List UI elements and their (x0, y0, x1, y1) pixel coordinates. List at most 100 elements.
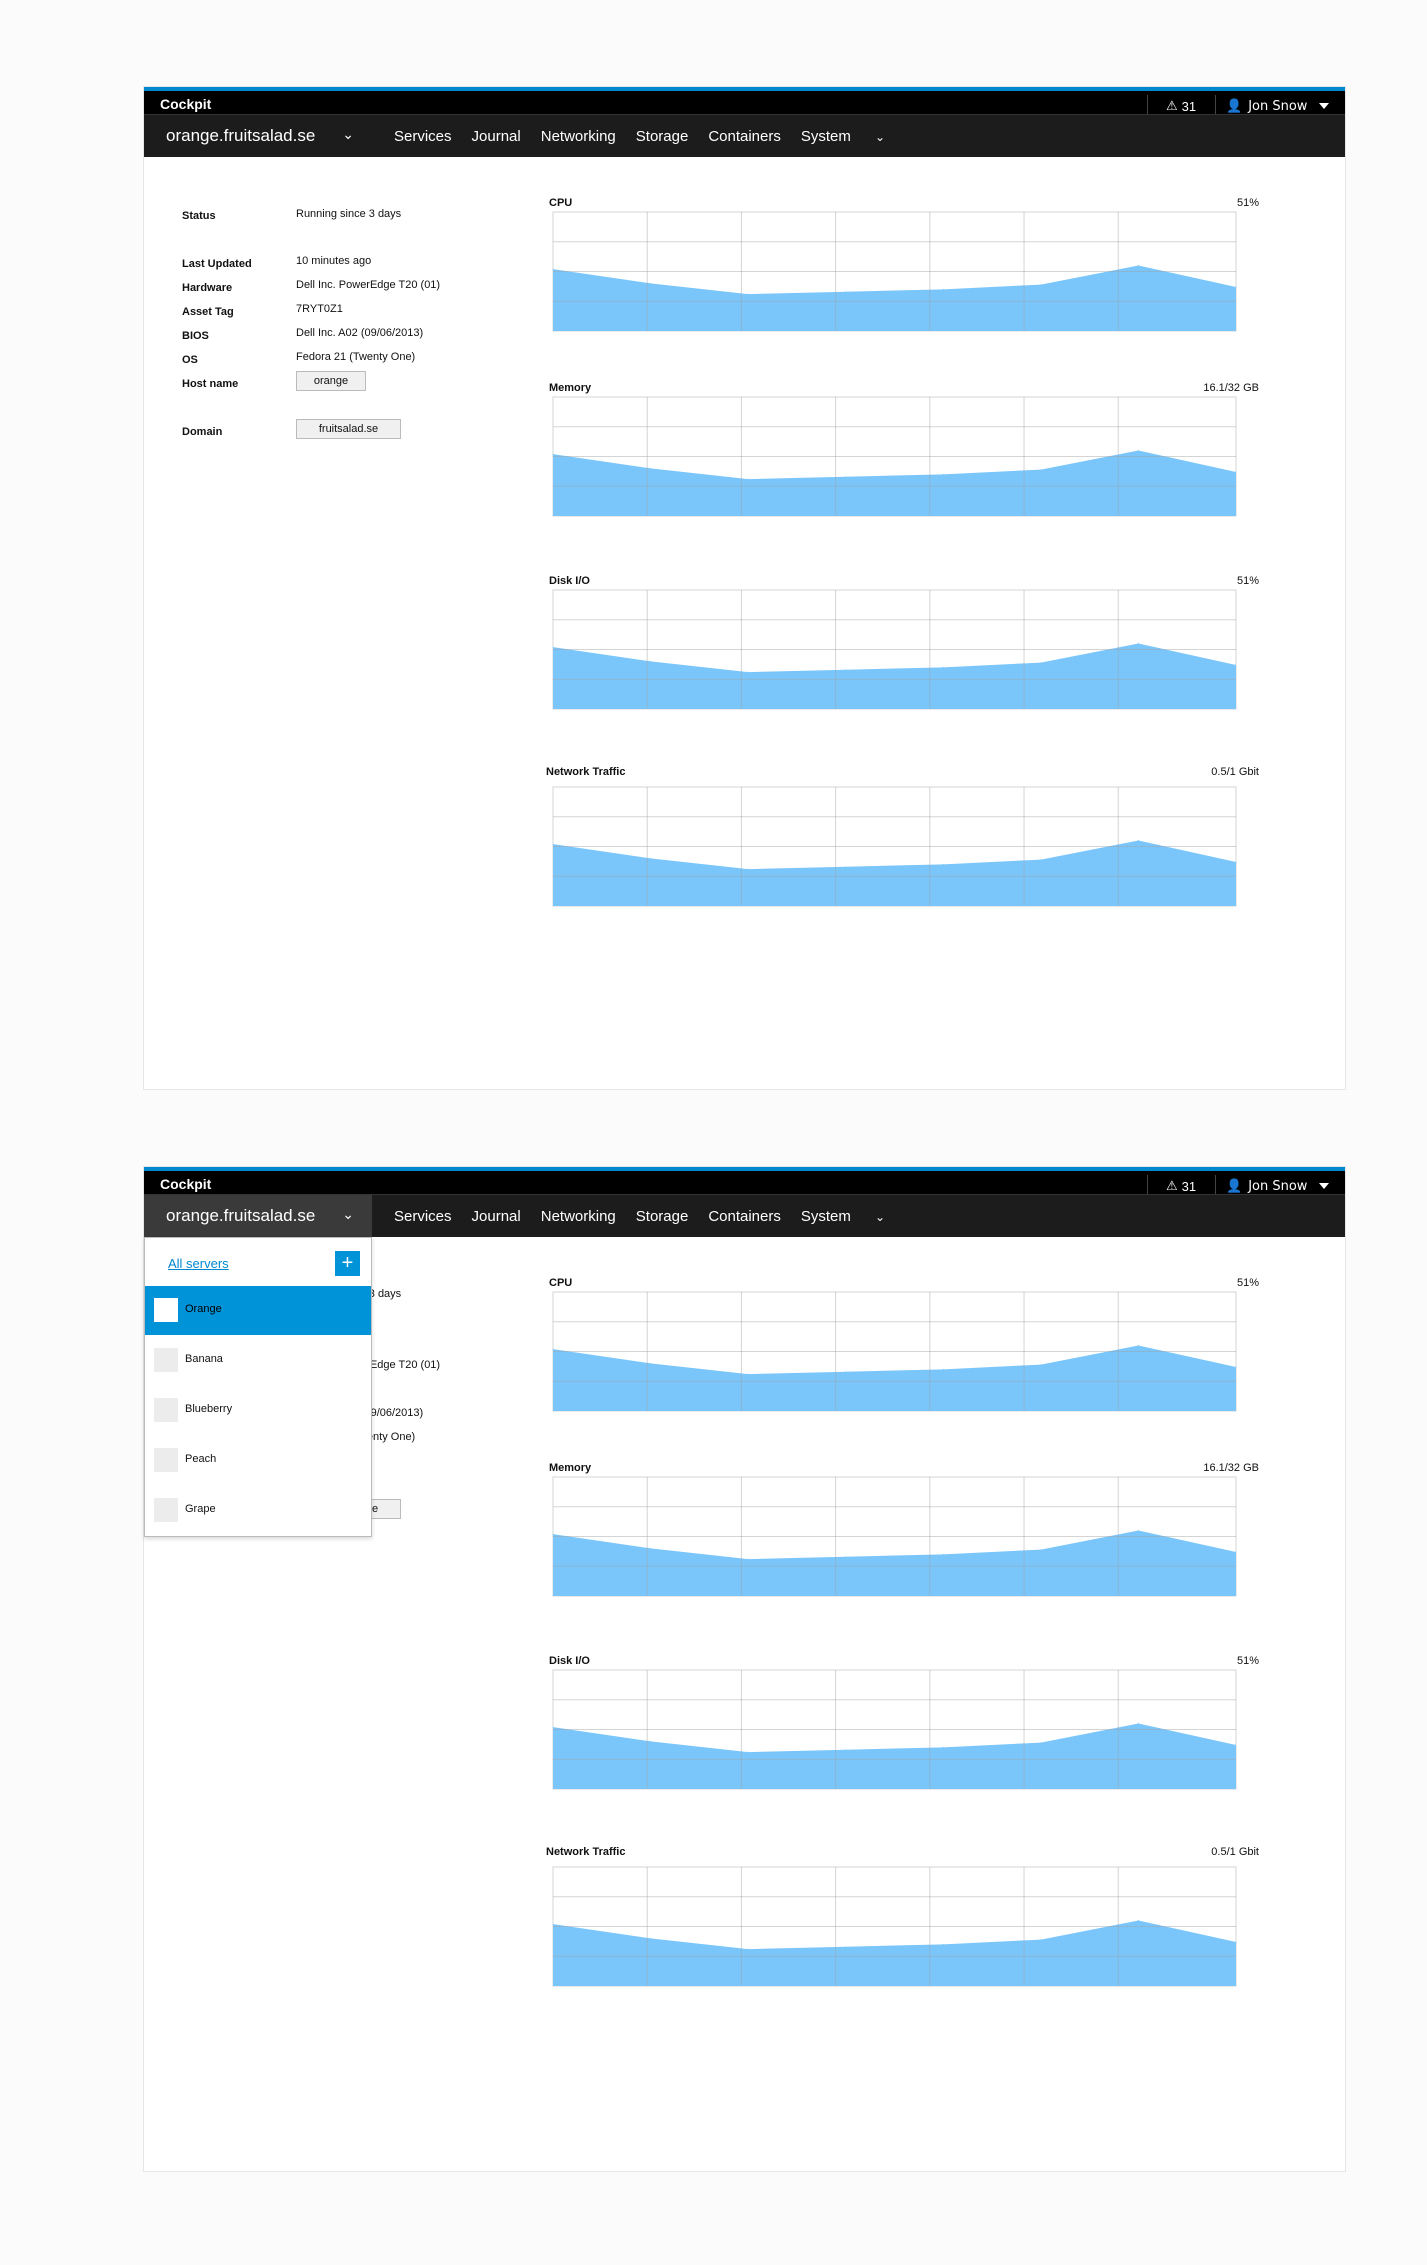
data-point (942, 863, 944, 865)
hardware-label: Hardware (182, 282, 233, 294)
data-point (650, 1362, 652, 1364)
cpu-area-graph (552, 211, 1237, 332)
caret-down-icon (1319, 103, 1330, 109)
data-point (1040, 1549, 1042, 1551)
server-swatch (154, 1448, 178, 1472)
all-servers-link[interactable]: All servers (168, 1256, 229, 1271)
data-point (942, 288, 944, 290)
nav-containers[interactable]: Containers (708, 128, 781, 145)
status-label: Status (182, 210, 216, 222)
server-label: Orange (185, 1303, 222, 1315)
data-point (650, 857, 652, 859)
nav-system[interactable]: System ⌄ (801, 1208, 905, 1225)
data-point (1040, 284, 1042, 286)
nav-containers[interactable]: Containers (708, 1208, 781, 1225)
host-selector[interactable]: orange.fruitsalad.se ⌄ (144, 1195, 372, 1237)
nav-networking[interactable]: Networking (541, 1208, 616, 1225)
host-name: orange.fruitsalad.se (166, 126, 316, 145)
data-point (1235, 1551, 1237, 1553)
data-point (747, 671, 749, 673)
nav-journal[interactable]: Journal (472, 1208, 521, 1225)
nav-networking[interactable]: Networking (541, 128, 616, 145)
server-dropdown-menu: All servers + Orange Banana Blueberry Pe… (144, 1237, 372, 1537)
hostname-button[interactable]: orange (296, 371, 366, 391)
bios-value: Dell Inc. A02 (09/06/2013) (296, 327, 424, 339)
data-point (1040, 1742, 1042, 1744)
cpu-area-graph (552, 1291, 1237, 1412)
warning-icon: ⚠ (1165, 98, 1178, 113)
network-area-graph (552, 786, 1237, 907)
user-name: Jon Snow (1248, 1178, 1308, 1194)
nav-system[interactable]: System ⌄ (801, 128, 905, 145)
hardware-value: Dell Inc. PowerEdge T20 (01) (296, 279, 441, 291)
server-item-orange[interactable]: Orange (145, 1286, 371, 1335)
chart-title: CPU (549, 197, 573, 209)
data-point (747, 1948, 749, 1950)
os-label: OS (182, 354, 198, 366)
domain-button[interactable]: fruitsalad.se (296, 419, 401, 439)
data-point (650, 282, 652, 284)
data-point (552, 646, 554, 648)
server-item-blueberry[interactable]: Blueberry (145, 1386, 371, 1435)
data-point (552, 453, 554, 455)
nav-storage[interactable]: Storage (636, 1208, 689, 1225)
data-point (747, 868, 749, 870)
brand-logo: Cockpit (160, 96, 212, 112)
memory-area-graph (552, 1476, 1237, 1597)
data-point (845, 669, 847, 671)
data-point (845, 1556, 847, 1558)
chevron-down-icon: ⌄ (875, 129, 886, 144)
last-updated-label: Last Updated (182, 258, 252, 270)
server-item-peach[interactable]: Peach (145, 1436, 371, 1485)
data-point (747, 1751, 749, 1753)
server-item-grape[interactable]: Grape (145, 1486, 371, 1535)
data-point (845, 1749, 847, 1751)
nav-bar: orange.fruitsalad.se ⌄ Services Journal … (144, 114, 1345, 157)
data-point (552, 1533, 554, 1535)
data-point (942, 1553, 944, 1555)
data-point (552, 268, 554, 270)
server-item-banana[interactable]: Banana (145, 1336, 371, 1385)
server-label: Blueberry (185, 1403, 233, 1415)
user-name: Jon Snow (1248, 98, 1308, 114)
nav-storage[interactable]: Storage (636, 128, 689, 145)
data-point (942, 473, 944, 475)
data-point (650, 660, 652, 662)
chart-value: 51% (1236, 1277, 1259, 1289)
data-point (1235, 861, 1237, 863)
nav-services[interactable]: Services (394, 1208, 452, 1225)
memory-area-graph (552, 396, 1237, 517)
nav-journal[interactable]: Journal (472, 128, 521, 145)
data-point (1235, 664, 1237, 666)
data-point (1235, 1941, 1237, 1943)
bios-label: BIOS (182, 330, 209, 342)
data-point (552, 1726, 554, 1728)
top-bar: Cockpit ⚠ 31 👤 Jon Snow (144, 1167, 1345, 1197)
data-point (1040, 1939, 1042, 1941)
server-swatch (154, 1298, 178, 1322)
data-point (747, 1558, 749, 1560)
data-point (1235, 1744, 1237, 1746)
nav-services[interactable]: Services (394, 128, 452, 145)
server-swatch (154, 1498, 178, 1522)
data-point (747, 293, 749, 295)
chart-value: 51% (1236, 1655, 1259, 1667)
disk-io-area-graph (552, 589, 1237, 710)
user-icon: 👤 (1226, 98, 1243, 114)
data-point (552, 1923, 554, 1925)
data-point (1137, 1530, 1139, 1532)
nav-system-label: System (800, 127, 851, 145)
data-point (1235, 1366, 1237, 1368)
status-value: Running since 3 days (296, 208, 402, 220)
host-selector[interactable]: orange.fruitsalad.se ⌄ (144, 115, 372, 157)
chart-value: 0.5/1 Gbit (1211, 766, 1259, 778)
chevron-down-icon: ⌄ (342, 127, 354, 143)
alert-count: 31 (1181, 1178, 1197, 1194)
add-server-button[interactable]: + (335, 1251, 360, 1276)
server-label: Grape (185, 1503, 216, 1515)
chart-title: CPU (549, 1277, 573, 1289)
data-point (747, 478, 749, 480)
network-area-graph (552, 1866, 1237, 1987)
chart-value: 51% (1236, 197, 1259, 209)
data-point (1137, 1723, 1139, 1725)
